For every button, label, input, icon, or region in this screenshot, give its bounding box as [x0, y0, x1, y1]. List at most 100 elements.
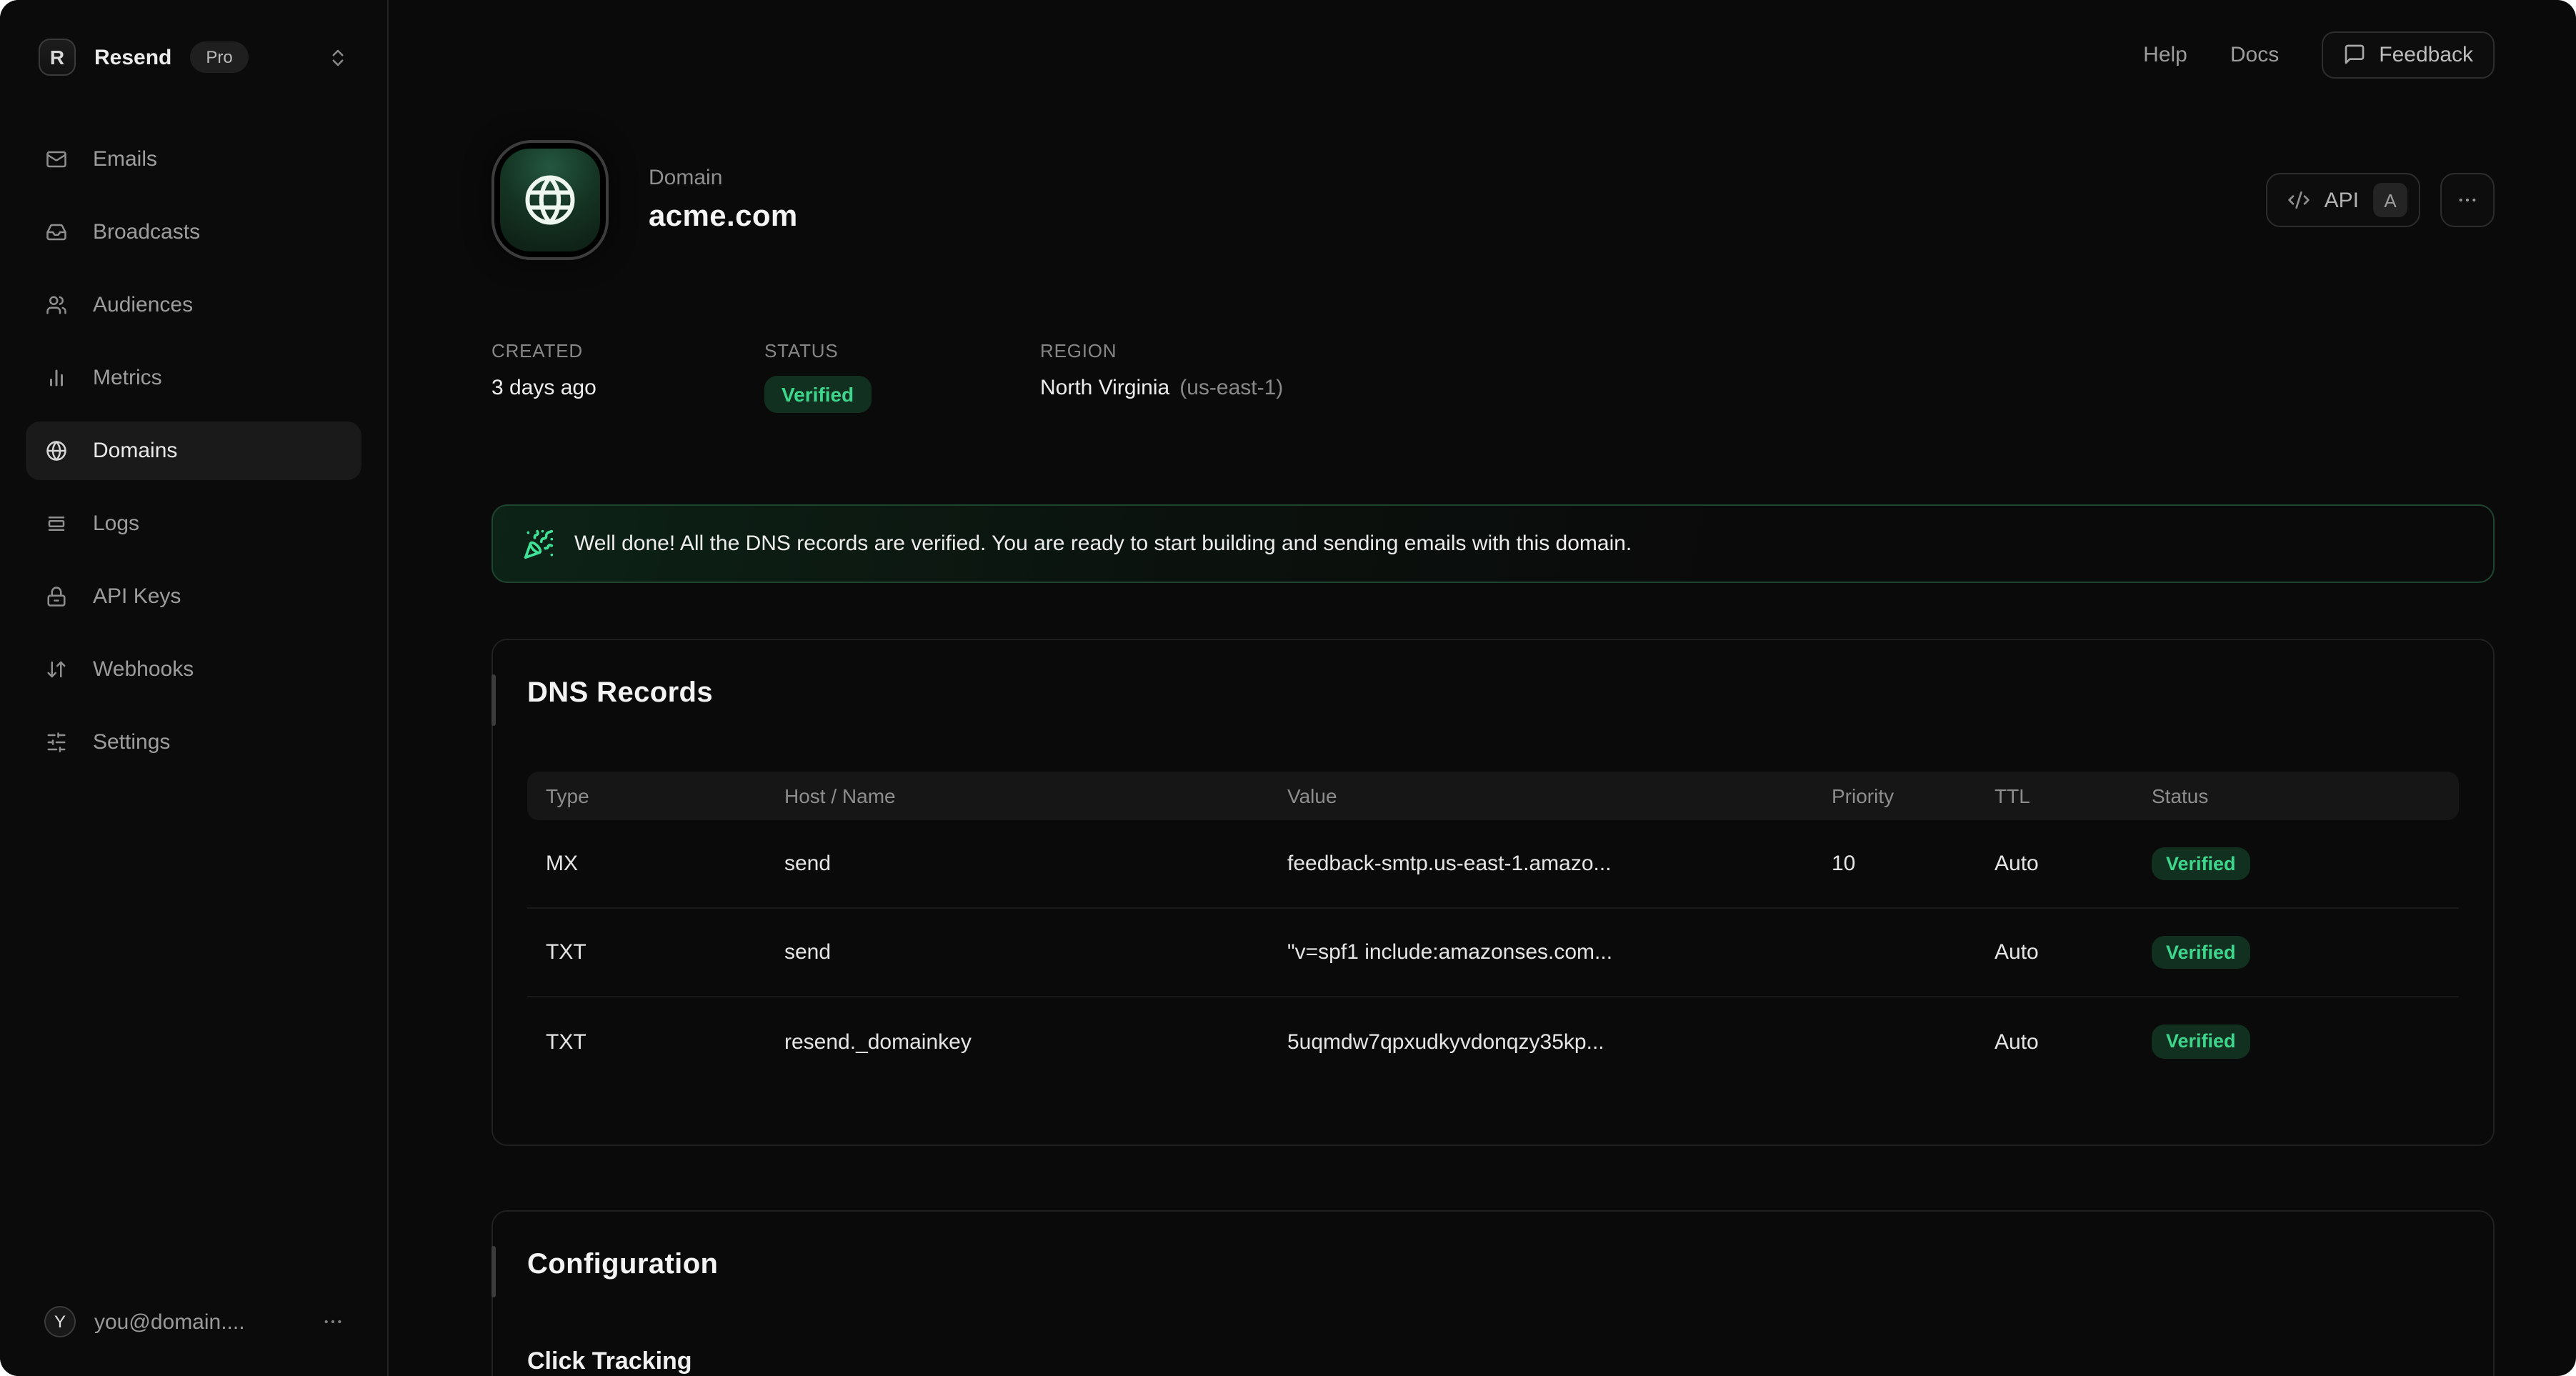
dns-records-card: DNS Records Type Host / Name Value Prior…: [491, 639, 2495, 1146]
sidebar-item-logs[interactable]: Logs: [26, 494, 361, 553]
bar-chart-icon: [46, 367, 67, 389]
cell-host: send: [784, 852, 1287, 876]
cell-value: "v=spf1 include:amazonses.com...: [1287, 940, 1832, 964]
workspace-switcher[interactable]: R Resend Pro: [0, 0, 387, 76]
arrows-up-down-icon: [46, 659, 67, 680]
api-button-label: API: [2325, 188, 2359, 212]
user-email: you@domain....: [94, 1310, 245, 1334]
click-tracking-label: Click Tracking: [527, 1347, 2459, 1376]
help-link[interactable]: Help: [2143, 42, 2187, 66]
sidebar: R Resend Pro Emails: [0, 0, 389, 1376]
sidebar-item-label: Metrics: [93, 366, 162, 390]
region-code: (us-east-1): [1179, 376, 1283, 400]
column-type: Type: [546, 784, 784, 807]
domain-header: Domain acme.com API A: [491, 140, 2495, 260]
table-row[interactable]: TXT resend._domainkey 5uqmdw7qpxudkyvdon…: [527, 997, 2459, 1086]
feedback-label: Feedback: [2379, 42, 2473, 66]
dns-records-title: DNS Records: [527, 677, 2459, 710]
avatar: Y: [44, 1306, 76, 1337]
cell-type: MX: [546, 852, 784, 876]
more-options-button[interactable]: [2440, 173, 2495, 227]
domain-eyebrow-label: Domain: [649, 166, 798, 190]
resend-logo: R: [39, 39, 76, 76]
status-badge: Verified: [2152, 1025, 2250, 1059]
cell-host: resend._domainkey: [784, 1029, 1287, 1054]
code-icon: [2287, 189, 2310, 211]
message-square-icon: [2343, 43, 2366, 66]
sidebar-item-metrics[interactable]: Metrics: [26, 349, 361, 407]
sidebar-item-settings[interactable]: Settings: [26, 713, 361, 772]
table-row[interactable]: TXT send "v=spf1 include:amazonses.com..…: [527, 909, 2459, 997]
region-label: REGION: [1040, 340, 1283, 362]
chevrons-up-down-icon[interactable]: [327, 46, 349, 68]
sidebar-item-emails[interactable]: Emails: [26, 130, 361, 189]
cell-priority: 10: [1832, 852, 1995, 876]
ellipsis-icon[interactable]: [321, 1310, 344, 1333]
column-host: Host / Name: [784, 784, 1287, 807]
cell-ttl: Auto: [1995, 1029, 2152, 1054]
column-value: Value: [1287, 784, 1832, 807]
configuration-title: Configuration: [527, 1249, 2459, 1282]
sidebar-item-label: Broadcasts: [93, 220, 200, 244]
sidebar-item-label: Audiences: [93, 293, 193, 317]
cell-host: send: [784, 940, 1287, 964]
mail-icon: [46, 149, 67, 170]
meta-status: STATUS Verified: [764, 340, 1040, 413]
cell-value: feedback-smtp.us-east-1.amazo...: [1287, 852, 1832, 876]
sidebar-item-broadcasts[interactable]: Broadcasts: [26, 203, 361, 261]
region-value: North Virginia: [1040, 376, 1169, 400]
success-banner: Well done! All the DNS records are verif…: [491, 504, 2495, 583]
inbox-icon: [46, 221, 67, 243]
sidebar-item-label: Logs: [93, 512, 139, 536]
cell-ttl: Auto: [1995, 852, 2152, 876]
party-popper-icon: [523, 528, 554, 559]
table-row[interactable]: MX send feedback-smtp.us-east-1.amazo...…: [527, 820, 2459, 909]
feedback-button[interactable]: Feedback: [2322, 31, 2495, 78]
sidebar-item-api-keys[interactable]: API Keys: [26, 567, 361, 626]
docs-link[interactable]: Docs: [2230, 42, 2279, 66]
configuration-card: Configuration Click Tracking: [491, 1210, 2495, 1376]
sidebar-item-label: Emails: [93, 147, 157, 171]
user-menu-row[interactable]: Y you@domain....: [0, 1306, 387, 1376]
sidebar-item-label: Domains: [93, 439, 177, 463]
api-button[interactable]: API A: [2266, 173, 2420, 227]
section-accent-notch: [491, 674, 496, 726]
page-title-domain-name: acme.com: [649, 200, 798, 234]
app-viewport: R Resend Pro Emails: [0, 0, 2576, 1376]
resend-app-window: R Resend Pro Emails: [0, 0, 2576, 1376]
main-content: Help Docs Feedback: [389, 0, 2576, 1376]
sidebar-item-label: Settings: [93, 730, 170, 754]
sidebar-item-label: API Keys: [93, 584, 181, 609]
globe-icon: [46, 440, 67, 462]
banner-message: Well done! All the DNS records are verif…: [574, 532, 1632, 556]
sidebar-item-webhooks[interactable]: Webhooks: [26, 640, 361, 699]
domain-avatar: [491, 140, 609, 260]
column-priority: Priority: [1832, 784, 1995, 807]
topbar: Help Docs Feedback: [491, 30, 2495, 79]
section-accent-notch: [491, 1246, 496, 1297]
brand-name: Resend: [94, 45, 171, 69]
status-badge: Verified: [2152, 936, 2250, 969]
lock-icon: [46, 586, 67, 607]
sidebar-item-label: Webhooks: [93, 657, 194, 682]
sliders-icon: [46, 732, 67, 753]
plan-badge: Pro: [190, 41, 248, 73]
created-label: CREATED: [491, 340, 764, 362]
avatar-initial: Y: [54, 1312, 66, 1332]
column-status: Status: [2152, 784, 2440, 807]
column-ttl: TTL: [1995, 784, 2152, 807]
status-badge: Verified: [764, 376, 871, 413]
ellipsis-icon: [2456, 189, 2479, 211]
sidebar-item-audiences[interactable]: Audiences: [26, 276, 361, 334]
sidebar-nav: Emails Broadcasts Audiences: [0, 130, 387, 786]
status-badge: Verified: [2152, 847, 2250, 881]
dns-table-header: Type Host / Name Value Priority TTL Stat…: [527, 772, 2459, 820]
meta-created: CREATED 3 days ago: [491, 340, 764, 413]
status-label: STATUS: [764, 340, 1040, 362]
sidebar-item-domains[interactable]: Domains: [26, 422, 361, 480]
users-icon: [46, 294, 67, 316]
cell-ttl: Auto: [1995, 940, 2152, 964]
resend-logo-letter: R: [50, 46, 64, 69]
cell-value: 5uqmdw7qpxudkyvdonqzy35kp...: [1287, 1029, 1832, 1054]
domain-meta: CREATED 3 days ago STATUS Verified REGIO…: [491, 340, 2495, 413]
